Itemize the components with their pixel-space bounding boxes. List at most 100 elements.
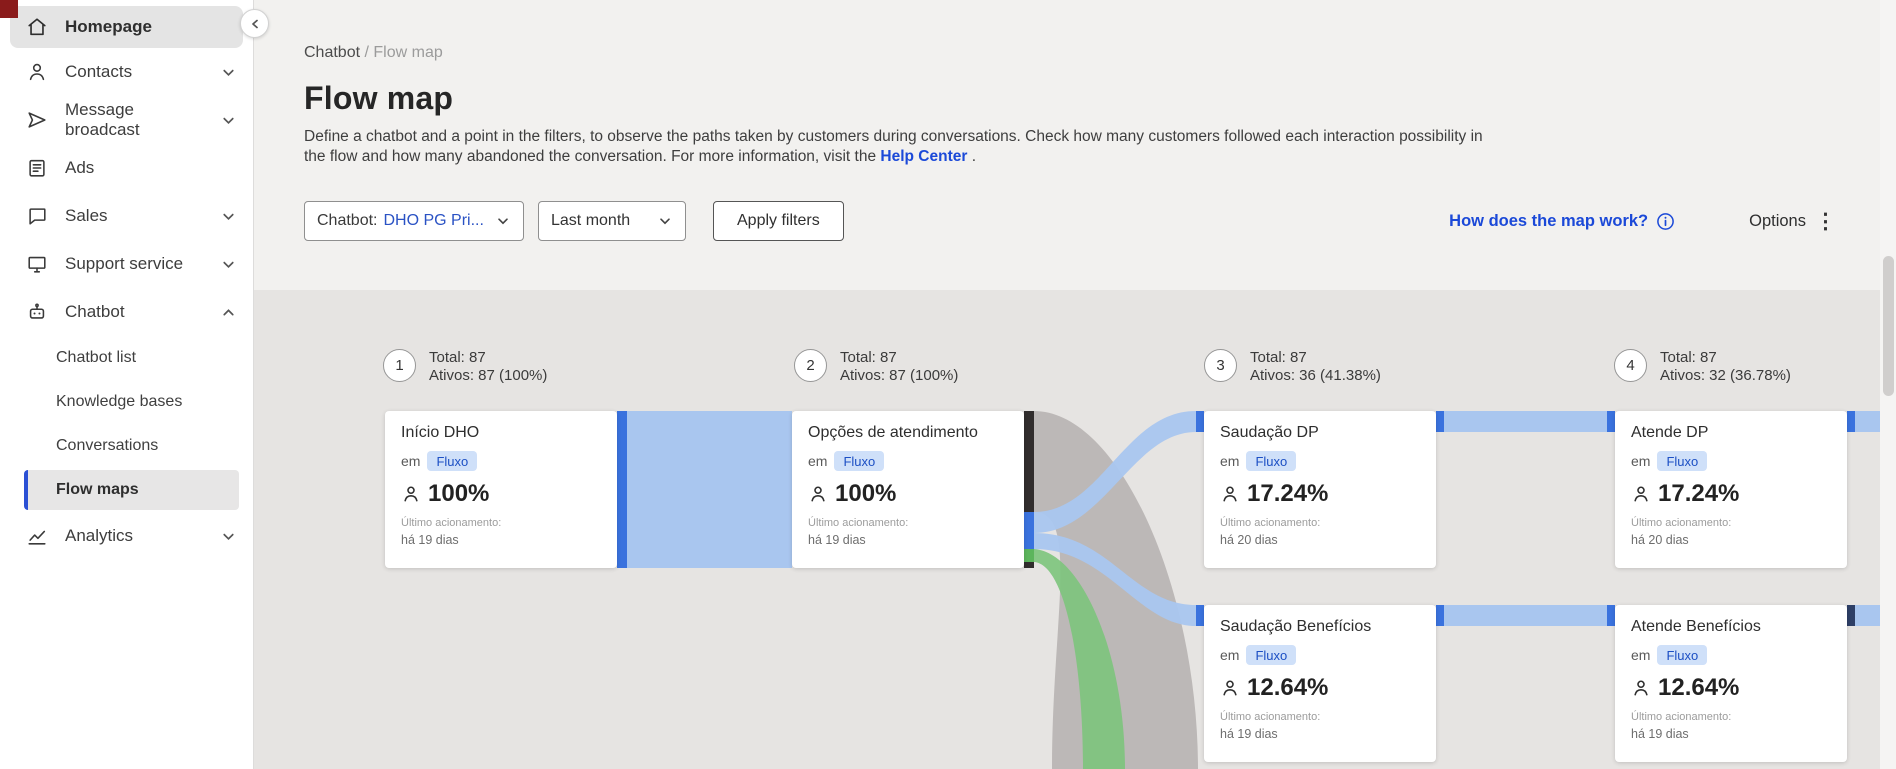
last-trigger-value: há 19 dias xyxy=(401,533,459,547)
sidebar-item-label: Message broadcast xyxy=(65,100,140,139)
home-icon xyxy=(26,16,48,38)
robot-icon xyxy=(26,301,48,323)
filters-bar: Chatbot: DHO PG Pri... Last month Apply … xyxy=(304,201,1836,241)
flow-card-title: Início DHO xyxy=(401,424,480,441)
flow-card-percent: 17.24% xyxy=(1658,480,1740,507)
chatbot-select-label: Chatbot: xyxy=(317,212,378,229)
person-icon xyxy=(808,484,828,504)
sidebar-item-label: Analytics xyxy=(65,526,134,545)
flow-entry-atende-dp xyxy=(1607,411,1615,432)
flow-card-saudacao-dp[interactable]: Saudação DP em Fluxo 17.24% Último acion… xyxy=(1204,411,1436,568)
chevron-down-icon xyxy=(220,112,237,129)
flow-bar-col2-blue xyxy=(1024,512,1034,549)
sidebar-item-conversations[interactable]: Conversations xyxy=(0,424,253,468)
chevron-left-icon xyxy=(248,17,262,31)
person-icon xyxy=(1631,484,1651,504)
app-logo xyxy=(0,0,18,18)
flow-card-em: em xyxy=(1631,453,1651,469)
scrollbar-track[interactable] xyxy=(1880,0,1896,769)
sidebar-item-analytics[interactable]: Analytics xyxy=(0,512,253,560)
flow-column-header-1: 1 Total: 87 Ativos: 87 (100%) xyxy=(383,349,547,385)
flow-card-opcoes-atendimento[interactable]: Opções de atendimento em Fluxo 100% Últi… xyxy=(792,411,1024,568)
flow-card-inicio-dho[interactable]: Início DHO em Fluxo 100% Último acioname… xyxy=(385,411,617,568)
kebab-menu-icon: ⋮ xyxy=(1815,209,1836,233)
last-trigger-value: há 19 dias xyxy=(1631,727,1689,741)
sidebar-item-knowledge-bases[interactable]: Knowledge bases xyxy=(0,380,253,424)
chat-bubble-icon xyxy=(26,205,48,227)
breadcrumb-current: Flow map xyxy=(373,44,443,61)
flow-map-canvas[interactable]: 1 Total: 87 Ativos: 87 (100%) 2 Total: 8… xyxy=(254,290,1896,769)
chevron-down-icon xyxy=(220,528,237,545)
sidebar-item-label: Contacts xyxy=(65,62,133,81)
filters-right-group: How does the map work? Options ⋮ xyxy=(1449,211,1836,232)
help-center-link[interactable]: Help Center xyxy=(880,148,967,165)
page-title: Flow map xyxy=(304,80,454,116)
last-trigger-label: Último acionamento: xyxy=(401,517,502,529)
options-menu[interactable]: Options ⋮ xyxy=(1749,211,1836,232)
info-icon xyxy=(1656,212,1675,231)
last-trigger-value: há 19 dias xyxy=(808,533,866,547)
sub-item-label: Knowledge bases xyxy=(56,393,183,410)
flow-card-percent: 12.64% xyxy=(1247,674,1329,701)
column-total: Total: 87 xyxy=(1250,349,1307,366)
sidebar-item-ads[interactable]: Ads xyxy=(0,144,253,192)
flow-entry-atende-beneficios xyxy=(1607,605,1615,626)
document-icon xyxy=(26,157,48,179)
column-active: Ativos: 87 (100%) xyxy=(429,367,548,384)
chevron-down-icon xyxy=(220,208,237,225)
flow-exit-saudacao-beneficios xyxy=(1436,605,1444,626)
description-end: . xyxy=(971,148,977,165)
flow-card-title: Atende DP xyxy=(1631,424,1709,441)
chevron-up-icon xyxy=(220,304,237,321)
chatbot-select[interactable]: Chatbot: DHO PG Pri... xyxy=(304,201,524,241)
last-trigger-value: há 20 dias xyxy=(1631,533,1689,547)
flow-exit-saudacao-dp xyxy=(1436,411,1444,432)
column-number-badge: 1 xyxy=(383,349,416,382)
sidebar-item-message-broadcast[interactable]: Message broadcast xyxy=(0,96,253,144)
last-trigger-label: Último acionamento: xyxy=(808,517,909,529)
sidebar-item-homepage[interactable]: Homepage xyxy=(10,6,243,48)
sidebar-item-label: Homepage xyxy=(65,17,152,36)
person-icon xyxy=(401,484,421,504)
flow-card-em: em xyxy=(1220,647,1240,663)
period-select[interactable]: Last month xyxy=(538,201,686,241)
flow-ribbon-atende-beneficios-next xyxy=(1855,605,1880,626)
column-active: Ativos: 87 (100%) xyxy=(840,367,959,384)
chevron-down-icon xyxy=(649,213,673,229)
flow-column-header-3: 3 Total: 87 Ativos: 36 (41.38%) xyxy=(1204,349,1381,385)
flow-card-atende-dp[interactable]: Atende DP em Fluxo 17.24% Último acionam… xyxy=(1615,411,1847,568)
monitor-icon xyxy=(26,253,48,275)
breadcrumb-chatbot[interactable]: Chatbot xyxy=(304,44,360,61)
description-line-2-text: the flow and how many abandoned the conv… xyxy=(304,148,877,165)
sidebar-item-support-service[interactable]: Support service xyxy=(0,240,253,288)
fluxo-badge: Fluxo xyxy=(1246,451,1297,471)
sub-item-label: Flow maps xyxy=(56,481,139,498)
fluxo-badge: Fluxo xyxy=(427,451,478,471)
chevron-down-icon xyxy=(487,213,511,229)
last-trigger-value: há 19 dias xyxy=(1220,727,1278,741)
description-line-2: the flow and how many abandoned the conv… xyxy=(304,147,1483,167)
flow-card-title: Saudação DP xyxy=(1220,424,1319,441)
flow-card-percent: 100% xyxy=(428,480,490,507)
sidebar-item-contacts[interactable]: Contacts xyxy=(0,48,253,96)
flow-exit-atende-beneficios xyxy=(1847,605,1855,626)
sidebar-collapse-button[interactable] xyxy=(240,9,269,38)
scrollbar-thumb[interactable] xyxy=(1882,256,1894,396)
fluxo-badge: Fluxo xyxy=(1246,645,1297,665)
flow-card-em: em xyxy=(808,453,828,469)
sidebar-item-chatbot-list[interactable]: Chatbot list xyxy=(0,336,253,380)
column-total: Total: 87 xyxy=(840,349,897,366)
sidebar-item-sales[interactable]: Sales xyxy=(0,192,253,240)
flow-ribbon-atende-dp-next xyxy=(1855,411,1880,432)
apply-filters-button[interactable]: Apply filters xyxy=(713,201,844,241)
column-number-badge: 3 xyxy=(1204,349,1237,382)
flow-card-atende-beneficios[interactable]: Atende Benefícios em Fluxo 12.64% Último… xyxy=(1615,605,1847,762)
period-select-value: Last month xyxy=(551,212,631,229)
sidebar-item-flow-maps[interactable]: Flow maps xyxy=(24,470,239,510)
flow-card-saudacao-beneficios[interactable]: Saudação Benefícios em Fluxo 12.64% Últi… xyxy=(1204,605,1436,762)
sidebar-item-chatbot[interactable]: Chatbot xyxy=(0,288,253,336)
flow-card-title: Opções de atendimento xyxy=(808,424,978,441)
how-map-works-link[interactable]: How does the map work? xyxy=(1449,212,1675,231)
fluxo-badge: Fluxo xyxy=(1657,645,1708,665)
flow-ribbon-col1-col2 xyxy=(627,411,792,568)
